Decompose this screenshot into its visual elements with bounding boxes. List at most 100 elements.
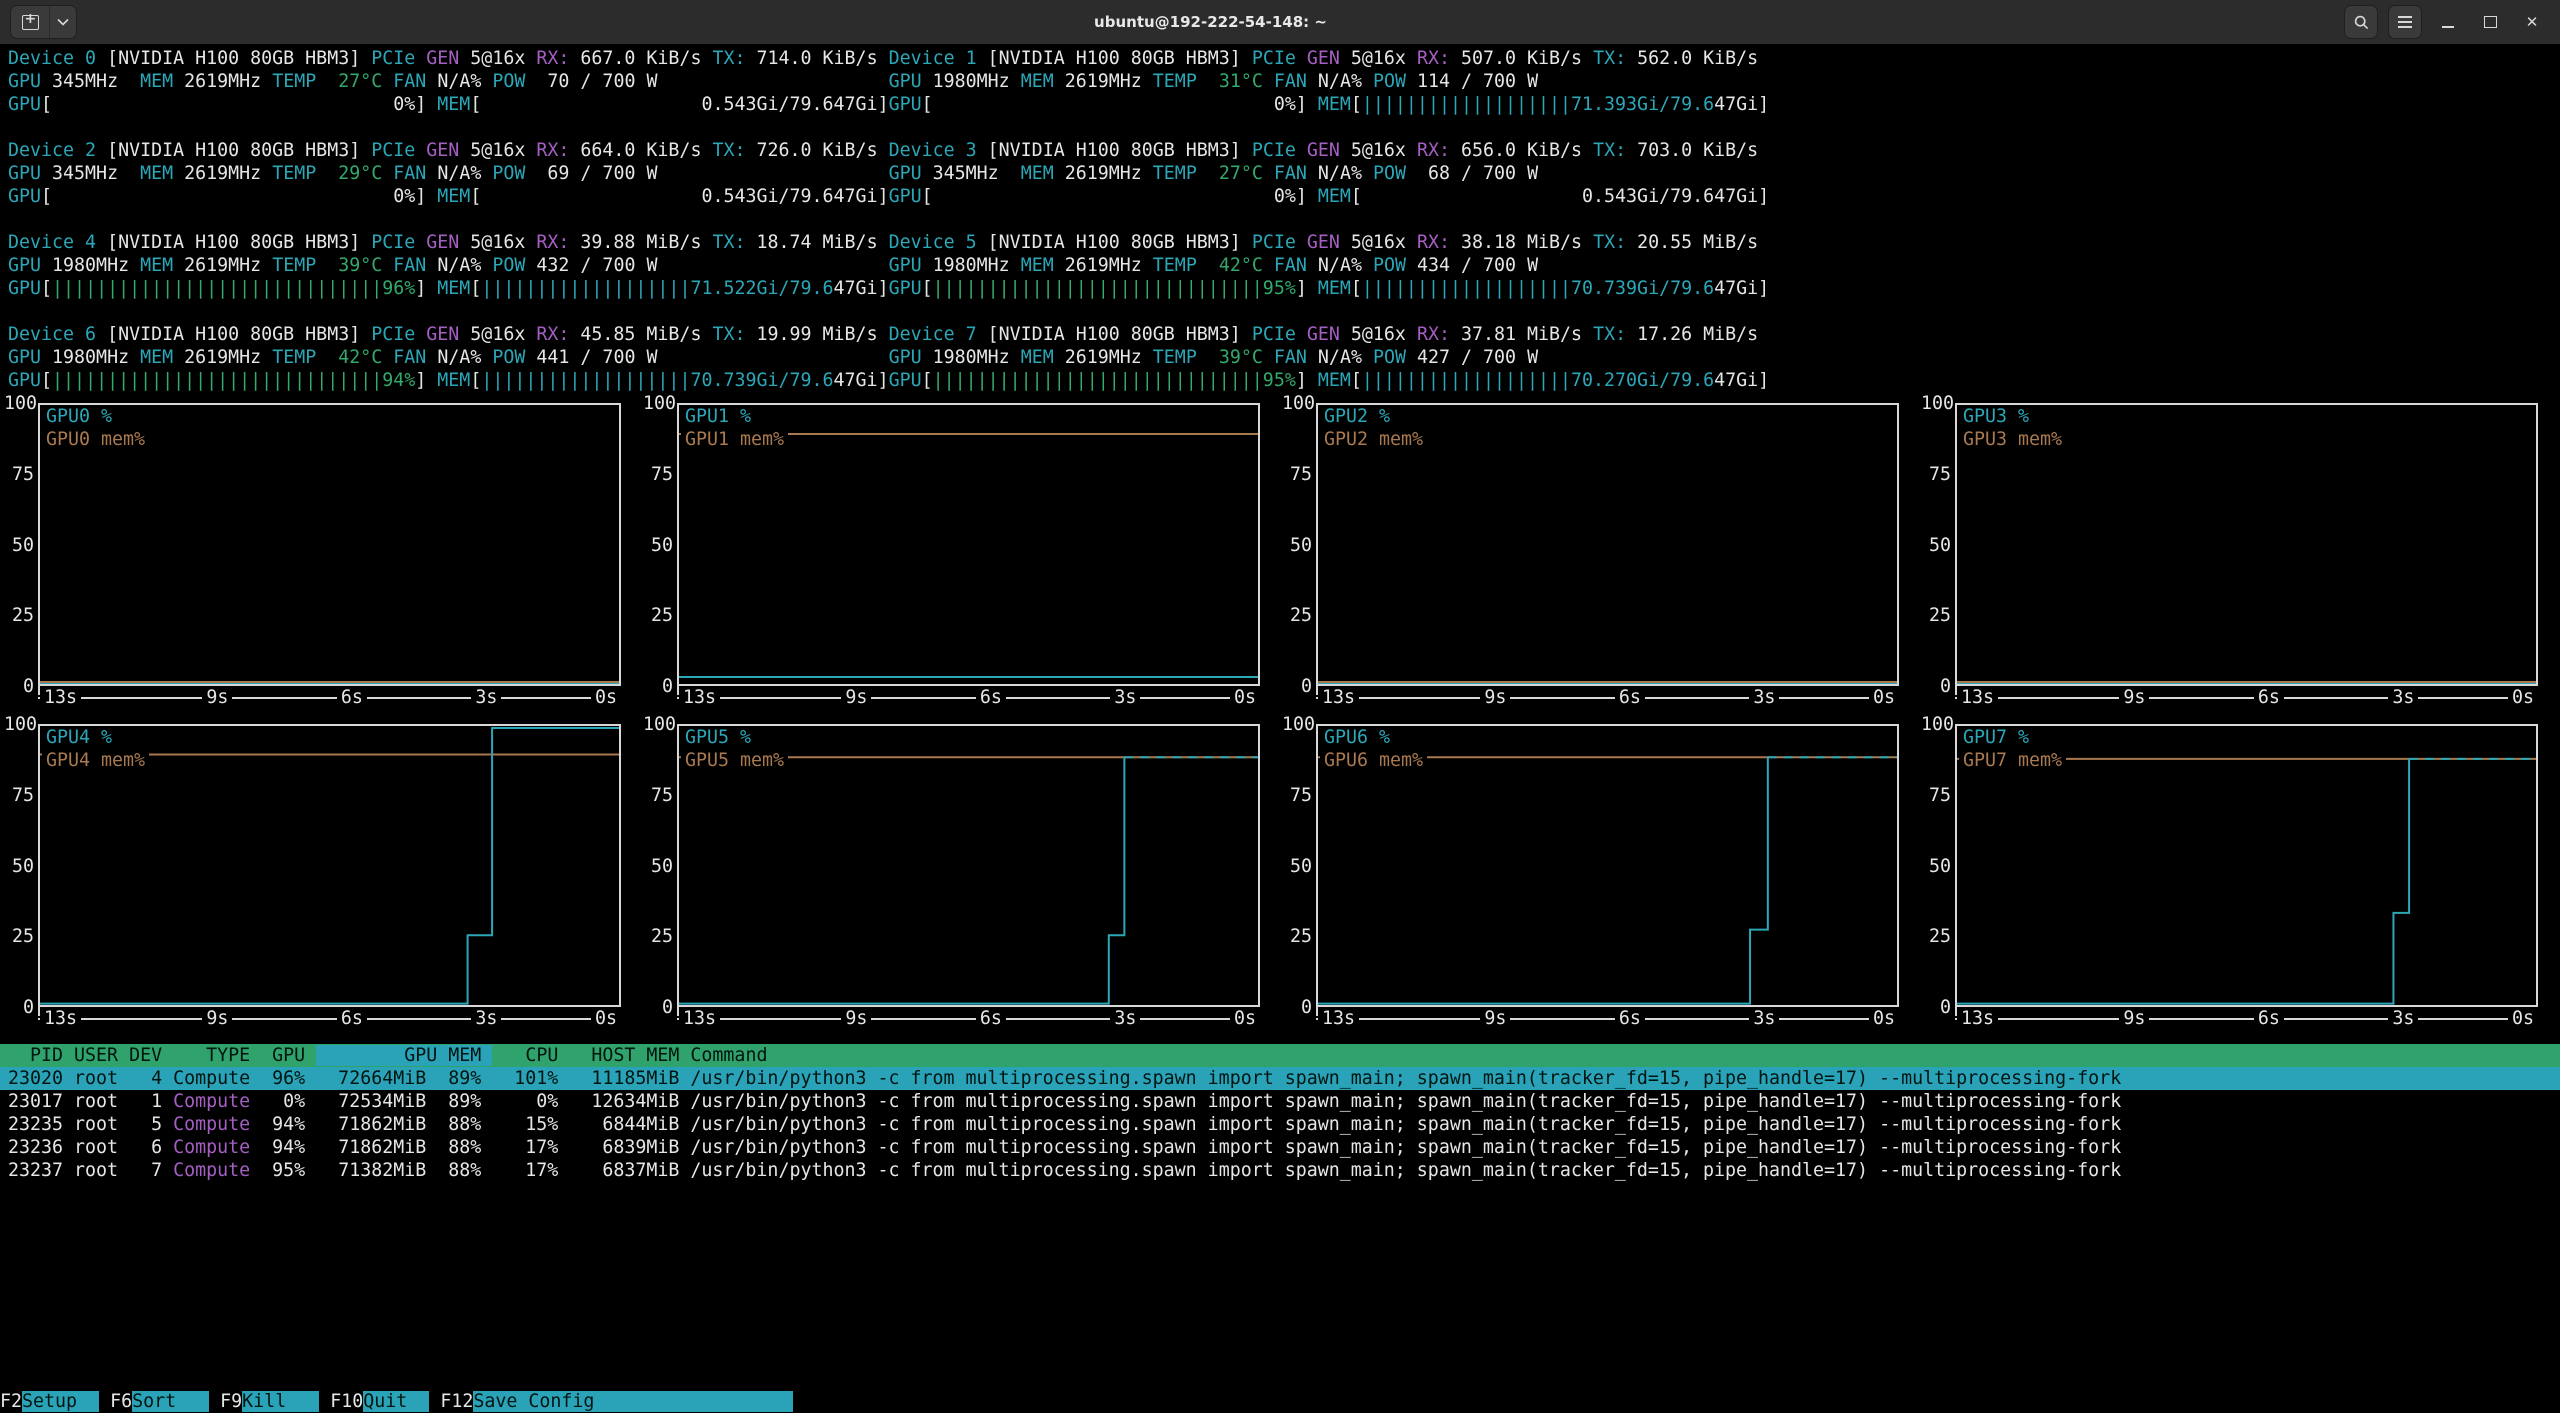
titlebar: ubuntu@192-222-54-148: ~ ✕ — [0, 0, 2560, 45]
y-tick-label: 100 — [643, 713, 673, 736]
x-tick-label: 0s — [1230, 686, 1260, 709]
process-row-23235[interactable]: 23235 root 5 Compute 94% 71862MiB 88% 15… — [0, 1113, 2560, 1136]
chart-legend: GPU4 %GPU4 mem% — [42, 726, 149, 772]
x-tick-label: 0s — [1869, 686, 1899, 709]
menu-button[interactable] — [2388, 5, 2422, 39]
y-tick-label: 25 — [1921, 604, 1951, 627]
x-tick-label: 9s — [1480, 686, 1510, 709]
search-button[interactable] — [2344, 5, 2378, 39]
tab-controls — [10, 5, 77, 39]
chart-legend: GPU7 %GPU7 mem% — [1959, 726, 2066, 772]
x-tick-label: 0s — [2508, 1007, 2538, 1030]
gpu-chart-1: 1007550250GPU1 %GPU1 mem%13s9s6s3s0s — [643, 403, 1282, 710]
x-tick-label: 0s — [591, 686, 621, 709]
x-tick-label: 3s — [1110, 686, 1140, 709]
gpu-chart-5: 1007550250GPU5 %GPU5 mem%13s9s6s3s0s — [643, 724, 1282, 1031]
device-pair-line: Device 6 [NVIDIA H100 80GB HBM3] PCIe GE… — [8, 323, 1769, 346]
process-table: PID USER DEV TYPE GPU GPU MEM CPU HOST M… — [0, 1044, 2560, 1182]
fkey-f9-kill[interactable]: F9Kill — [220, 1391, 319, 1412]
fkey-f10-quit[interactable]: F10Quit — [330, 1391, 429, 1412]
y-tick-label: 0 — [1282, 675, 1312, 698]
function-key-bar: F2Setup F6Sort F9Kill F10Quit F12Save Co… — [0, 1390, 2560, 1413]
minimize-button[interactable] — [2432, 6, 2464, 38]
x-tick-label: 9s — [202, 686, 232, 709]
x-tick-label: 0s — [2508, 686, 2538, 709]
process-row-23020[interactable]: 23020 root 4 Compute 96% 72664MiB 89% 10… — [0, 1067, 2560, 1090]
chart-legend: GPU6 %GPU6 mem% — [1320, 726, 1427, 772]
chart-legend: GPU1 %GPU1 mem% — [681, 405, 788, 451]
gpu-charts-section: 1007550250GPU0 %GPU0 mem%13s9s6s3s0s1007… — [4, 403, 2560, 1045]
y-tick-label: 75 — [1921, 463, 1951, 486]
x-tick-label: 0s — [1869, 1007, 1899, 1030]
menu-icon — [2398, 16, 2412, 28]
y-tick-label: 75 — [4, 784, 34, 807]
y-tick-label: 100 — [1282, 392, 1312, 415]
y-tick-label: 25 — [1282, 925, 1312, 948]
fkey-f2-setup[interactable]: F2Setup — [0, 1391, 99, 1412]
x-tick-label: 0s — [591, 1007, 621, 1030]
new-tab-button[interactable] — [11, 6, 49, 38]
y-tick-label: 100 — [4, 392, 34, 415]
y-tick-label: 75 — [1282, 784, 1312, 807]
x-tick-label: 6s — [337, 1007, 367, 1030]
x-tick-label: 3s — [1749, 1007, 1779, 1030]
y-tick-label: 100 — [4, 713, 34, 736]
device-pair-line: GPU[||||||||||||||||||||||||||||||96%] M… — [8, 277, 1769, 300]
process-row-23017[interactable]: 23017 root 1 Compute 0% 72534MiB 89% 0% … — [0, 1090, 2560, 1113]
x-tick-label: 13s — [1957, 686, 1998, 709]
gpu-chart-7: 1007550250GPU7 %GPU7 mem%13s9s6s3s0s — [1921, 724, 2560, 1031]
y-tick-label: 100 — [1921, 392, 1951, 415]
x-tick-label: 3s — [2388, 686, 2418, 709]
x-tick-label: 9s — [202, 1007, 232, 1030]
gpu-chart-4: 1007550250GPU4 %GPU4 mem%13s9s6s3s0s — [4, 724, 643, 1031]
y-tick-label: 75 — [4, 463, 34, 486]
tab-list-button[interactable] — [49, 6, 76, 38]
terminal-content: Device 0 [NVIDIA H100 80GB HBM3] PCIe GE… — [0, 44, 2560, 1413]
x-tick-label: 9s — [841, 686, 871, 709]
device-pair-line: GPU[ 0%] MEM[ 0.543Gi/79.647Gi]GPU[ 0%] … — [8, 93, 1769, 116]
x-tick-label: 6s — [1615, 1007, 1645, 1030]
fkey-f6-sort[interactable]: F6Sort — [110, 1391, 209, 1412]
y-tick-label: 75 — [643, 784, 673, 807]
y-tick-label: 25 — [643, 925, 673, 948]
device-pair-line: Device 4 [NVIDIA H100 80GB HBM3] PCIe GE… — [8, 231, 1769, 254]
y-tick-label: 0 — [643, 675, 673, 698]
device-summary-section: Device 0 [NVIDIA H100 80GB HBM3] PCIe GE… — [8, 47, 1769, 392]
x-tick-label: 3s — [2388, 1007, 2418, 1030]
x-tick-label: 13s — [679, 1007, 720, 1030]
x-tick-label: 3s — [471, 1007, 501, 1030]
x-tick-label: 6s — [976, 686, 1006, 709]
gpu-chart-2: 1007550250GPU2 %GPU2 mem%13s9s6s3s0s — [1282, 403, 1921, 710]
chevron-down-icon — [57, 18, 69, 26]
x-tick-label: 13s — [40, 1007, 81, 1030]
x-tick-label: 13s — [40, 686, 81, 709]
x-tick-label: 9s — [2119, 1007, 2149, 1030]
y-tick-label: 75 — [643, 463, 673, 486]
y-tick-label: 25 — [643, 604, 673, 627]
x-tick-label: 6s — [976, 1007, 1006, 1030]
y-tick-label: 100 — [643, 392, 673, 415]
close-button[interactable]: ✕ — [2516, 6, 2548, 38]
chart-legend: GPU3 %GPU3 mem% — [1959, 405, 2066, 451]
x-tick-label: 6s — [2254, 1007, 2284, 1030]
x-tick-label: 9s — [841, 1007, 871, 1030]
y-tick-label: 50 — [4, 855, 34, 878]
x-tick-label: 9s — [2119, 686, 2149, 709]
fkey-f12-save-config[interactable]: F12Save Config — [440, 1391, 792, 1412]
device-pair-line: GPU 345MHz MEM 2619MHz TEMP 29°C FAN N/A… — [8, 162, 1769, 185]
y-tick-label: 0 — [1921, 675, 1951, 698]
process-row-23236[interactable]: 23236 root 6 Compute 94% 71862MiB 88% 17… — [0, 1136, 2560, 1159]
y-tick-label: 75 — [1921, 784, 1951, 807]
maximize-button[interactable] — [2474, 6, 2506, 38]
x-tick-label: 6s — [2254, 686, 2284, 709]
x-tick-label: 3s — [1110, 1007, 1140, 1030]
chart-legend: GPU5 %GPU5 mem% — [681, 726, 788, 772]
nvtop-terminal-window: ubuntu@192-222-54-148: ~ ✕ Device — [0, 0, 2560, 1413]
y-tick-label: 0 — [1921, 996, 1951, 1019]
x-tick-label: 13s — [1957, 1007, 1998, 1030]
gpu-chart-6: 1007550250GPU6 %GPU6 mem%13s9s6s3s0s — [1282, 724, 1921, 1031]
process-row-23237[interactable]: 23237 root 7 Compute 95% 71382MiB 88% 17… — [0, 1159, 2560, 1182]
device-pair-line: GPU 1980MHz MEM 2619MHz TEMP 42°C FAN N/… — [8, 346, 1769, 369]
minimize-icon — [2442, 26, 2454, 28]
x-tick-label: 13s — [1318, 686, 1359, 709]
